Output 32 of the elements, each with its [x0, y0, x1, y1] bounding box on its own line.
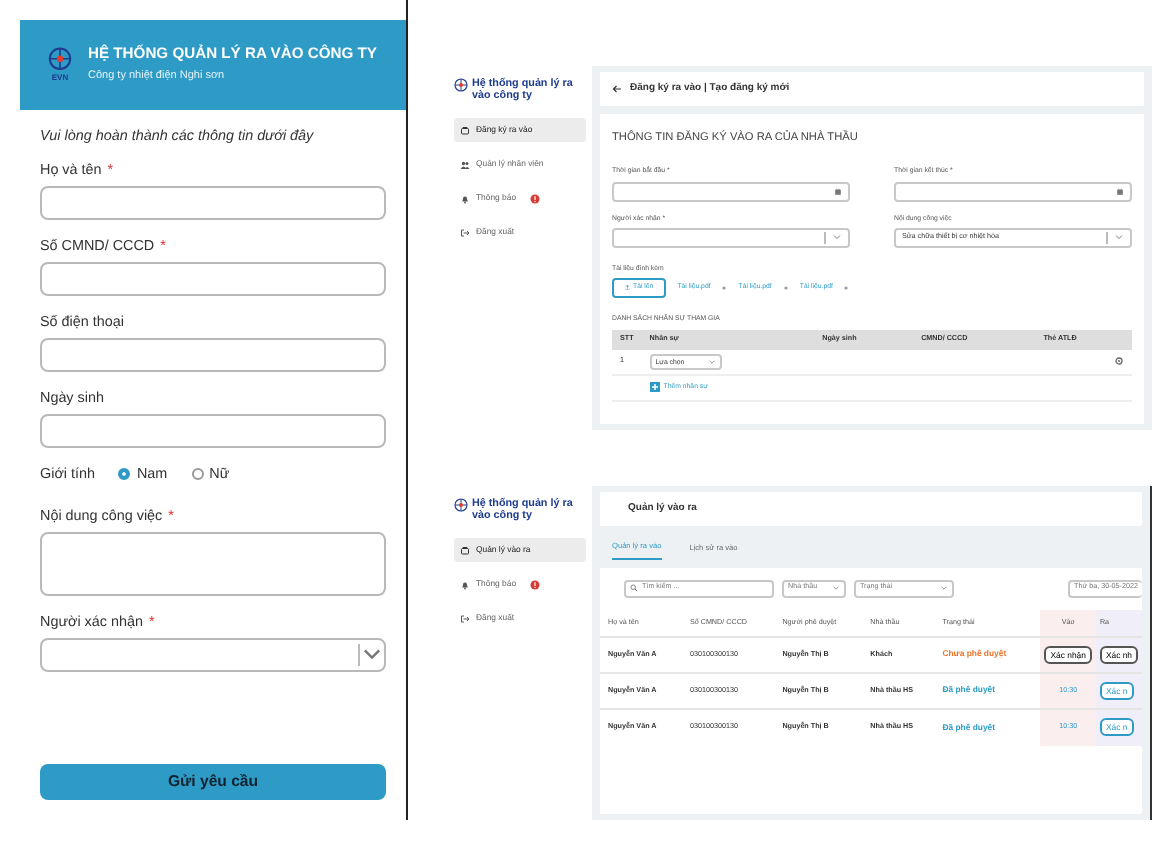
briefcase-icon [460, 545, 470, 556]
logout-icon [460, 613, 470, 624]
briefcase-icon [460, 125, 470, 136]
select-field[interactable] [612, 227, 850, 248]
select-field[interactable] [40, 637, 386, 672]
chevron-down-icon [707, 358, 716, 367]
logo-icon [454, 498, 468, 512]
logo-icon [454, 78, 468, 92]
date-field[interactable] [894, 181, 1132, 201]
logout-icon [460, 227, 470, 238]
chevron-down-icon [1114, 232, 1124, 243]
calendar-icon [1116, 187, 1124, 195]
chevron-down-icon [940, 584, 948, 593]
plus-icon [649, 381, 660, 392]
gear-icon [1114, 356, 1124, 367]
back-arrow-icon [612, 84, 622, 94]
people-icon [460, 159, 470, 170]
chevron-down-icon [832, 584, 840, 593]
date-field[interactable] [612, 181, 850, 201]
input-field[interactable] [40, 261, 386, 296]
radio-button[interactable] [191, 468, 204, 481]
chevron-down-icon [832, 232, 842, 243]
input-field[interactable] [40, 185, 386, 220]
radio-button[interactable] [118, 468, 131, 481]
calendar-icon [834, 187, 842, 195]
bell-icon [460, 579, 470, 590]
search-icon [630, 584, 638, 593]
input-field[interactable] [40, 413, 386, 448]
input-field[interactable] [40, 337, 386, 372]
upload-icon [624, 283, 631, 291]
bell-icon [460, 193, 470, 204]
text-area[interactable] [40, 531, 386, 596]
